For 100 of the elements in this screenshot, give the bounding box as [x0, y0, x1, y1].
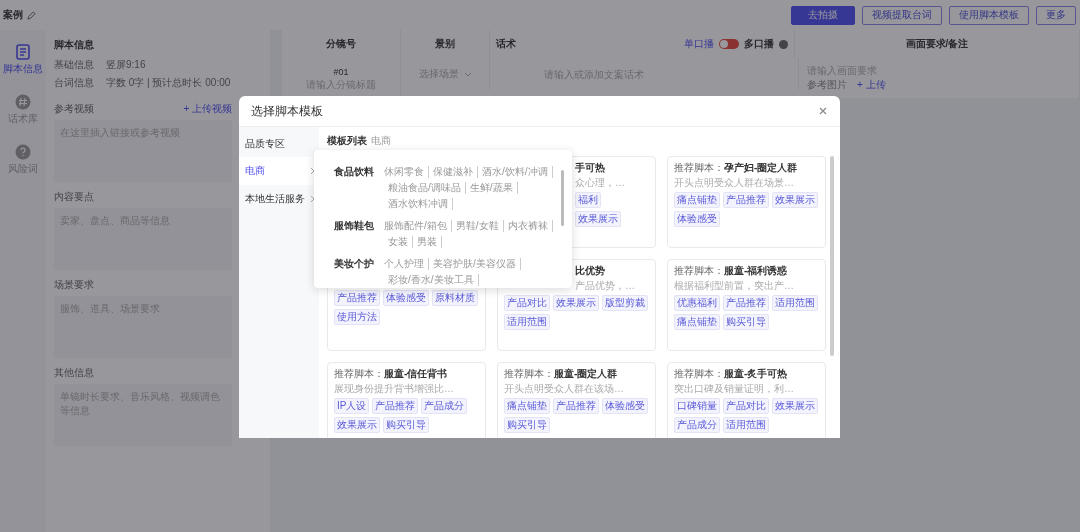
subcategory-link[interactable]: 彩妆/香水/美妆工具: [384, 274, 479, 286]
card-title: 推荐脚本：孕产妇-圈定人群: [674, 162, 799, 174]
close-icon[interactable]: [819, 107, 827, 115]
tag: 原料材质: [432, 290, 478, 306]
upload-link[interactable]: + 上传: [857, 77, 886, 92]
card-title: 手可热: [575, 162, 606, 174]
header-button[interactable]: 更多: [1036, 5, 1076, 25]
field-label: 其他信息: [54, 366, 94, 380]
tag: IP人设: [334, 398, 370, 414]
category-name: 食品饮料: [334, 166, 374, 179]
info-value: 竖屏9:16: [106, 58, 146, 72]
tag: 适用范围: [504, 314, 550, 330]
category-name: 服饰鞋包: [334, 220, 374, 233]
mode-toggle[interactable]: [719, 39, 739, 49]
document-icon: [16, 44, 30, 60]
tag: 福利: [575, 192, 601, 208]
template-card[interactable]: 推荐脚本：服童-炙手可热 突出口碑及销量证明，利… 口碑销量 产品对比 效果展示 产品成分 适用范围: [667, 362, 826, 438]
header-button[interactable]: 使用脚本模板: [949, 5, 1029, 25]
card-title: 比优势: [575, 265, 606, 277]
mode-label: 单口播: [684, 37, 714, 51]
card-description: 根据福利型前置，突出产…: [674, 280, 795, 292]
tag: 产品推荐: [553, 398, 599, 414]
category-name: 美妆个护: [334, 258, 374, 271]
tag: 痛点铺垫: [674, 192, 720, 208]
subcategory-link[interactable]: 男鞋/女鞋: [451, 220, 504, 232]
tag: 购买引导: [383, 417, 429, 433]
header-button[interactable]: 视频提取台词: [862, 5, 942, 25]
tag: 痛点铺垫: [504, 398, 550, 414]
mode-label: 多口播: [744, 37, 774, 51]
card-title: 推荐脚本：服童-炙手可热: [674, 368, 789, 380]
tag: 体验感受: [674, 211, 720, 227]
list-title: 模板列表: [327, 134, 367, 148]
template-card[interactable]: 推荐脚本：孕产妇-圈定人群 开头点明受众人群在场景… 痛点铺垫 产品推荐 效果展示 体验感受: [667, 156, 826, 248]
tag: 口碑销量: [674, 398, 720, 414]
tag: 适用范围: [772, 295, 818, 311]
tag: 优惠福利: [674, 295, 720, 311]
subcategory-link[interactable]: 个人护理: [384, 258, 429, 270]
dialog-title: 选择脚本模板: [251, 102, 323, 120]
hash-icon: [15, 94, 31, 110]
subcategory-link[interactable]: 内衣裤袜: [503, 220, 553, 232]
upload-link[interactable]: + 上传视频: [183, 102, 232, 116]
template-card[interactable]: 推荐脚本：服童-福利诱惑 根据福利型前置，突出产… 优惠福利 产品推荐 适用范围 痛点铺垫 购买引导: [667, 259, 826, 351]
info-label: 基础信息: [54, 58, 94, 72]
tag: 产品推荐: [723, 295, 769, 311]
header-button[interactable]: 去拍摄: [791, 5, 855, 25]
chevron-icon: [310, 167, 315, 175]
edit-icon[interactable]: [27, 10, 36, 20]
template-card[interactable]: 推荐脚本：服童-信任背书 展现身份提升背书增强比… IP人设 产品推荐 产品成分 效果展示 购买引导: [327, 362, 486, 438]
card-description: 开头点明受众人群在该场…: [504, 383, 625, 395]
subcategory-link[interactable]: 休闲零食: [384, 166, 429, 178]
column-header: 分镜号: [282, 30, 401, 58]
tag: 购买引导: [504, 417, 550, 433]
card-title: 推荐脚本：服童-信任背书: [334, 368, 449, 380]
tag: 效果展示: [575, 211, 621, 227]
card-description: 开头点明受众人群在场景…: [674, 177, 795, 189]
breadcrumb: 电商: [371, 134, 391, 148]
info-value: 字数 0字 | 预计总时长 00:00: [106, 76, 231, 90]
card-description: 展现身份提升背书增强比…: [334, 383, 455, 395]
column-header: 画面要求/备注: [795, 30, 1080, 58]
chevron-icon: [310, 195, 315, 203]
subcategory-link[interactable]: 保健滋补: [429, 166, 478, 178]
rail-tab[interactable]: 脚本信息: [3, 42, 43, 78]
subcategory-link[interactable]: 美容护肤/美容仪器: [429, 258, 521, 270]
scrollbar[interactable]: [830, 156, 834, 356]
tag: 痛点铺垫: [674, 314, 720, 330]
question-icon: [15, 144, 31, 160]
card-description: 突出口碑及销量证明，利…: [674, 383, 795, 395]
tag: 产品成分: [421, 398, 468, 414]
tag: 适用范围: [723, 417, 769, 433]
subcategory-link[interactable]: 男装: [413, 236, 442, 248]
subcategory-link[interactable]: 酒水/饮料/冲调: [478, 166, 553, 178]
tag: 效果展示: [334, 417, 380, 433]
subcategory-link[interactable]: 粮油食品/调味品: [384, 182, 466, 194]
subcategory-link[interactable]: 生鲜/蔬果: [465, 182, 518, 194]
column-header: 话术: [496, 37, 516, 51]
subcategory-link[interactable]: 女装: [384, 236, 413, 248]
column-header: 景别: [401, 30, 490, 58]
caret-icon: [463, 71, 472, 77]
template-card[interactable]: 推荐脚本：服童-圈定人群 开头点明受众人群在该场… 痛点铺垫 产品推荐 体验感受 购买引导: [497, 362, 656, 438]
field-label: 场景要求: [54, 278, 94, 292]
card-title: 推荐脚本：服童-福利诱惑: [674, 265, 789, 277]
subcategory-link[interactable]: 服饰配件/箱包: [384, 220, 452, 232]
tag: 产品成分: [674, 417, 720, 433]
shot-number: #01: [333, 66, 349, 77]
page-title: 案例: [3, 8, 23, 22]
info-label: 台词信息: [54, 76, 94, 90]
tag: 产品推荐: [372, 398, 419, 414]
nav-heading: 品质专区: [244, 137, 286, 151]
tag: 效果展示: [772, 398, 818, 414]
field-label: 参考视频: [54, 102, 94, 116]
tag: 产品推荐: [723, 192, 769, 208]
tag: 体验感受: [383, 290, 429, 306]
tag: 产品推荐: [334, 290, 380, 306]
subcategory-link[interactable]: 酒水饮料冲调: [384, 198, 453, 210]
scrollbar[interactable]: [561, 170, 564, 226]
tag: 产品对比: [723, 398, 769, 414]
tag: 使用方法: [334, 309, 380, 325]
field-label: 内容要点: [54, 190, 94, 204]
card-description: 产品优势，…: [575, 280, 636, 292]
tag: 体验感受: [602, 398, 648, 414]
